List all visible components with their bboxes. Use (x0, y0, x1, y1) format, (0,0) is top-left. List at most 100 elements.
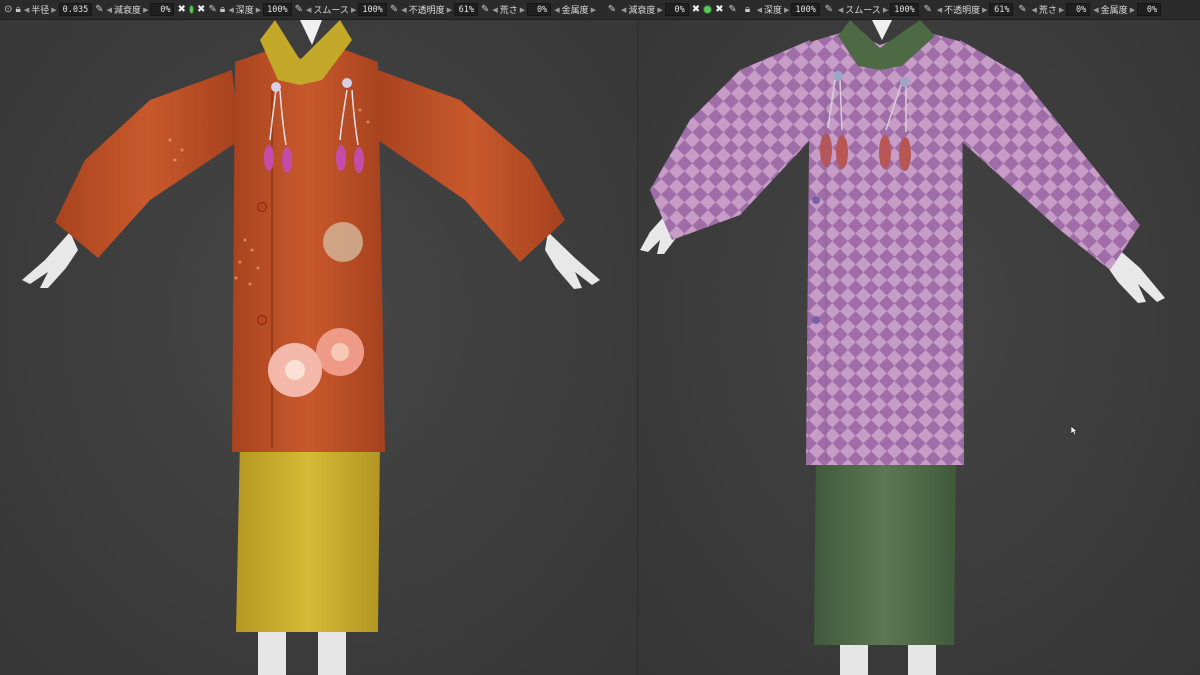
decrease-arrow-icon[interactable]: ◀ (1031, 6, 1036, 14)
opacity-field[interactable]: 61% (989, 3, 1014, 16)
lock-icon[interactable]: 🔒︎ (742, 3, 754, 17)
green-status-dot-icon[interactable] (188, 5, 195, 14)
metallic-label: 金属度 (1100, 6, 1128, 16)
smooth-label: スムース (313, 6, 349, 16)
right-sleeve (960, 40, 1140, 270)
increase-arrow-icon[interactable]: ▶ (982, 6, 987, 14)
depth-label: 深度 (763, 6, 782, 16)
roughness-field[interactable]: 0% (527, 3, 552, 16)
increase-arrow-icon[interactable]: ▶ (447, 6, 452, 14)
app-window: ⊙ 🔒︎ ◀ 半径 ▶ 0.035 ✎ ◀ 減衰度 ▶ 0% ✖ ✖ ✎ 🔒︎ … (0, 0, 1200, 675)
opacity-control[interactable]: ◀ 不透明度 ▶ 61% (937, 3, 1014, 16)
radius-label: 半径 (31, 6, 50, 16)
increase-arrow-icon[interactable]: ▶ (256, 6, 261, 14)
decrease-arrow-icon[interactable]: ◀ (401, 6, 406, 14)
green-status-dot-icon[interactable] (703, 5, 713, 14)
garment-render-orange (22, 20, 600, 675)
increase-arrow-icon[interactable]: ▶ (657, 6, 662, 14)
close-x-icon[interactable]: ✖ (177, 4, 185, 15)
falloff-control[interactable]: ◀ 減衰度 ▶ 0% (107, 3, 175, 16)
increase-arrow-icon[interactable]: ▶ (591, 6, 596, 14)
roughness-field[interactable]: 0% (1066, 3, 1091, 16)
metallic-label: 金属度 (561, 6, 589, 16)
increase-arrow-icon[interactable]: ▶ (351, 6, 356, 14)
decrease-arrow-icon[interactable]: ◀ (492, 6, 497, 14)
depth-field[interactable]: 100% (791, 3, 820, 16)
smooth-control[interactable]: ◀ スムース ▶ 100% (306, 3, 387, 16)
brush-toolbar-right: ✎ ◀ 減衰度 ▶ 0% ✖ ✖ ✎ 🔒︎ ◀ 深度 ▶ 100% ✎ ◀ スム… (600, 0, 1200, 20)
decrease-arrow-icon[interactable]: ◀ (306, 6, 311, 14)
radius-field[interactable]: 0.035 (58, 3, 93, 16)
roughness-control[interactable]: ◀ 荒さ ▶ 0% (1031, 3, 1091, 16)
decrease-arrow-icon[interactable]: ◀ (937, 6, 942, 14)
decrease-arrow-icon[interactable]: ◀ (621, 6, 626, 14)
falloff-label: 減衰度 (628, 6, 656, 16)
pen-icon[interactable]: ✎ (727, 3, 739, 17)
smooth-field[interactable]: 100% (890, 3, 919, 16)
increase-arrow-icon[interactable]: ▶ (51, 6, 56, 14)
left-hand (22, 232, 78, 288)
depth-control[interactable]: ◀ 深度 ▶ 100% (757, 3, 820, 16)
viewport-left[interactable] (0, 20, 637, 675)
falloff-field[interactable]: 0% (664, 3, 689, 16)
increase-arrow-icon[interactable]: ▶ (1130, 6, 1135, 14)
close-x-icon[interactable]: ✖ (715, 4, 723, 15)
opacity-field[interactable]: 61% (454, 3, 478, 16)
brush-toolbar-left: ⊙ 🔒︎ ◀ 半径 ▶ 0.035 ✎ ◀ 減衰度 ▶ 0% ✖ ✖ ✎ 🔒︎ … (0, 0, 600, 20)
opacity-label: 不透明度 (408, 6, 445, 16)
decrease-arrow-icon[interactable]: ◀ (107, 6, 112, 14)
smooth-label: スムース (845, 6, 881, 16)
pen-icon[interactable]: ✎ (823, 3, 835, 17)
pen-icon[interactable]: ✎ (295, 3, 303, 17)
pen-icon[interactable]: ✎ (1016, 3, 1028, 17)
yellow-skirt (236, 440, 380, 632)
pen-pressure-icon[interactable]: ✎ (606, 3, 618, 17)
pen-pressure-icon[interactable]: ✎ (95, 3, 103, 17)
opacity-control[interactable]: ◀ 不透明度 ▶ 61% (401, 3, 478, 16)
purple-coat-body (806, 30, 964, 465)
depth-field[interactable]: 100% (263, 3, 292, 16)
decrease-arrow-icon[interactable]: ◀ (838, 6, 843, 14)
increase-arrow-icon[interactable]: ▶ (784, 6, 789, 14)
decrease-arrow-icon[interactable]: ◀ (24, 6, 29, 14)
increase-arrow-icon[interactable]: ▶ (520, 6, 525, 14)
right-hand (545, 232, 600, 289)
green-skirt (814, 455, 956, 645)
depth-control[interactable]: ◀ 深度 ▶ 100% (228, 3, 292, 16)
left-sleeve (55, 70, 240, 258)
viewport-right[interactable] (638, 20, 1200, 675)
increase-arrow-icon[interactable]: ▶ (883, 6, 888, 14)
falloff-label: 減衰度 (114, 6, 142, 16)
pen-icon[interactable]: ✎ (390, 3, 398, 17)
roughness-label: 荒さ (1038, 6, 1057, 16)
close-x-icon[interactable]: ✖ (692, 4, 700, 15)
radius-control[interactable]: ◀ 半径 ▶ 0.035 (24, 3, 93, 16)
roughness-control[interactable]: ◀ 荒さ ▶ 0% (492, 3, 552, 16)
metallic-field[interactable]: 0% (1137, 3, 1162, 16)
close-x-icon[interactable]: ✖ (197, 4, 205, 15)
decrease-arrow-icon[interactable]: ◀ (1093, 6, 1098, 14)
mouse-cursor-icon (1071, 426, 1078, 435)
pen-icon[interactable]: ✎ (481, 3, 489, 17)
increase-arrow-icon[interactable]: ▶ (1059, 6, 1064, 14)
falloff-control[interactable]: ◀ 減衰度 ▶ 0% (621, 3, 689, 16)
falloff-field[interactable]: 0% (150, 3, 175, 16)
pen-icon[interactable]: ✎ (208, 3, 216, 17)
metallic-control[interactable]: ◀ 金属度 ▶ (554, 3, 596, 17)
right-sleeve (378, 70, 565, 262)
lock-icon[interactable]: 🔒︎ (220, 3, 225, 17)
roughness-label: 荒さ (499, 6, 518, 16)
decrease-arrow-icon[interactable]: ◀ (228, 6, 233, 14)
lock-icon[interactable]: 🔒︎ (15, 3, 20, 17)
smooth-control[interactable]: ◀ スムース ▶ 100% (838, 3, 919, 16)
increase-arrow-icon[interactable]: ▶ (143, 6, 148, 14)
depth-label: 深度 (235, 6, 254, 16)
left-sleeve (650, 40, 810, 240)
pen-icon[interactable]: ✎ (922, 3, 934, 17)
decrease-arrow-icon[interactable]: ◀ (554, 6, 559, 14)
opacity-label: 不透明度 (944, 6, 981, 16)
mouse-icon[interactable]: ⊙ (4, 3, 12, 17)
metallic-control[interactable]: ◀ 金属度 ▶ 0% (1093, 3, 1162, 16)
decrease-arrow-icon[interactable]: ◀ (757, 6, 762, 14)
smooth-field[interactable]: 100% (358, 3, 387, 16)
